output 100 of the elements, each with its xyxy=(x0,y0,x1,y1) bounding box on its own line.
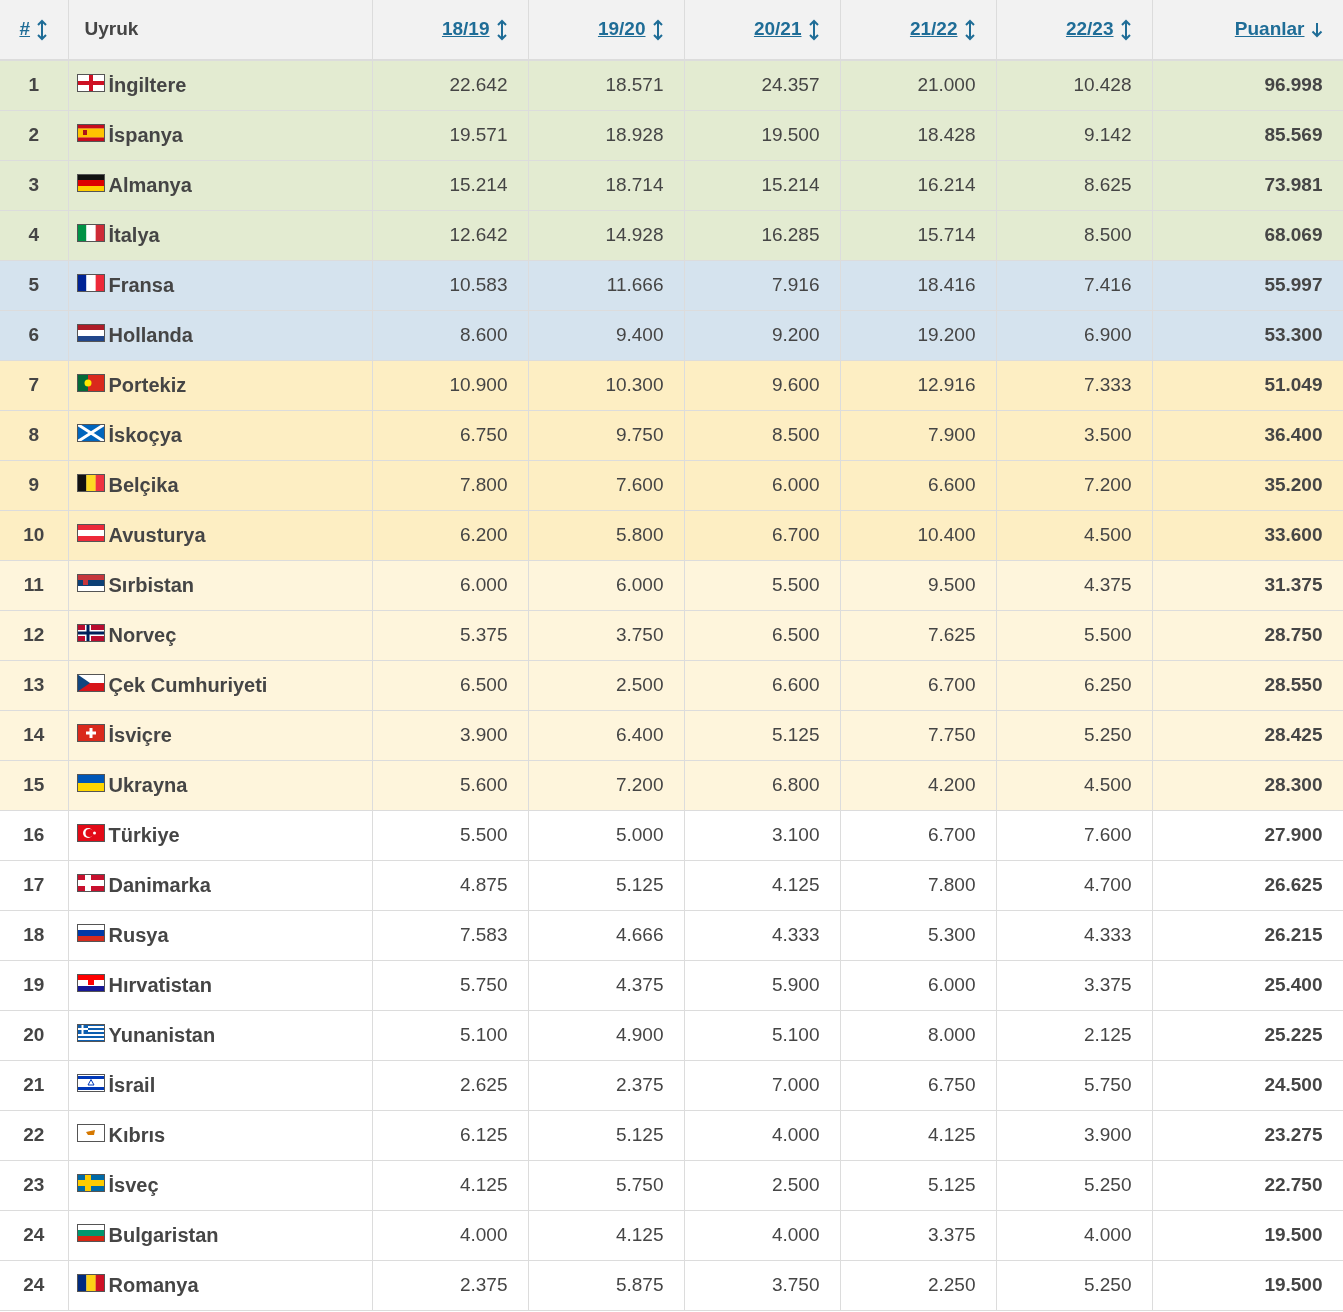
flag-icon xyxy=(76,1123,105,1142)
table-cell: 24 xyxy=(0,1260,68,1310)
table-cell: 15.714 xyxy=(840,210,996,260)
table-cell: 5.000 xyxy=(528,810,684,860)
table-cell: 7.600 xyxy=(996,810,1152,860)
table-cell: 27.900 xyxy=(1152,810,1343,860)
table-cell: 31.375 xyxy=(1152,560,1343,610)
table-cell: 3.100 xyxy=(684,810,840,860)
table-cell: 4.200 xyxy=(840,760,996,810)
table-cell: 21.000 xyxy=(840,60,996,110)
table-cell: 55.997 xyxy=(1152,260,1343,310)
table-cell: 14.928 xyxy=(528,210,684,260)
table-cell: 6.200 xyxy=(372,510,528,560)
table-cell: 26.625 xyxy=(1152,860,1343,910)
table-cell: 5.100 xyxy=(684,1010,840,1060)
country-name: İspanya xyxy=(108,123,183,146)
country-name: Avusturya xyxy=(108,523,206,546)
sort-link[interactable]: # xyxy=(19,18,31,40)
table-cell: 11.666 xyxy=(528,260,684,310)
table-cell: 11 xyxy=(0,560,68,610)
table-cell: 19.500 xyxy=(1152,1260,1343,1310)
flag-icon xyxy=(76,773,105,792)
flag-icon xyxy=(76,823,105,842)
sort-icon[interactable] xyxy=(1119,19,1132,42)
table-cell: 23 xyxy=(0,1160,68,1210)
table-cell: 14 xyxy=(0,710,68,760)
country-name: Hırvatistan xyxy=(108,973,212,996)
country-name: Danimarka xyxy=(108,873,211,896)
sort-icon[interactable] xyxy=(495,19,508,42)
table-cell: 4.125 xyxy=(372,1160,528,1210)
country-name: Belçika xyxy=(108,473,179,496)
sort-link[interactable]: 22/23 xyxy=(1065,18,1114,40)
table-cell: 6.000 xyxy=(372,560,528,610)
table-cell: 35.200 xyxy=(1152,460,1343,510)
table-cell: 2.375 xyxy=(528,1060,684,1110)
table-cell: 3.375 xyxy=(996,960,1152,1010)
table-cell: 9.400 xyxy=(528,310,684,360)
flag-icon xyxy=(76,123,105,142)
table-cell: 2.500 xyxy=(684,1160,840,1210)
flag-icon xyxy=(76,523,105,542)
table-cell: 5.900 xyxy=(684,960,840,1010)
table-cell: 1 xyxy=(0,60,68,110)
table-cell: 2 xyxy=(0,110,68,160)
country-name: Çek Cumhuriyeti xyxy=(108,673,268,696)
table-cell: 4.375 xyxy=(528,960,684,1010)
table-cell: 20 xyxy=(0,1010,68,1060)
table-cell: 4.000 xyxy=(684,1210,840,1260)
table-cell: 18.928 xyxy=(528,110,684,160)
table-cell: 5.250 xyxy=(996,1160,1152,1210)
sort-link[interactable]: 21/22 xyxy=(909,18,958,40)
sort-link[interactable]: Puanlar xyxy=(1234,18,1305,40)
table-cell: 6.600 xyxy=(684,660,840,710)
table-cell: 5.600 xyxy=(372,760,528,810)
table-cell: 18.714 xyxy=(528,160,684,210)
table-cell: 22.750 xyxy=(1152,1160,1343,1210)
country-name: İsrail xyxy=(108,1073,156,1096)
table-cell: 6.500 xyxy=(372,660,528,710)
flag-icon xyxy=(76,1023,105,1042)
table-cell: 4.333 xyxy=(996,910,1152,960)
table-cell: 7.900 xyxy=(840,410,996,460)
sort-link[interactable]: 18/19 xyxy=(441,18,490,40)
table-cell: 8.600 xyxy=(372,310,528,360)
sort-icon[interactable] xyxy=(807,19,820,42)
sort-icon[interactable] xyxy=(36,19,49,42)
table-cell: 8.000 xyxy=(840,1010,996,1060)
table-cell: 12.642 xyxy=(372,210,528,260)
flag-icon xyxy=(76,623,105,642)
table-cell: 19.500 xyxy=(684,110,840,160)
sort-icon[interactable] xyxy=(963,19,976,42)
country-name: Ukrayna xyxy=(108,773,188,796)
table-cell: 25.225 xyxy=(1152,1010,1343,1060)
table-cell: 18 xyxy=(0,910,68,960)
table-cell: 73.981 xyxy=(1152,160,1343,210)
table-cell: 4.125 xyxy=(840,1110,996,1160)
table-cell: 19.500 xyxy=(1152,1210,1343,1260)
table-cell: 8.500 xyxy=(996,210,1152,260)
table-cell: 24.357 xyxy=(684,60,840,110)
table-cell: 6.250 xyxy=(996,660,1152,710)
table-cell: 2.375 xyxy=(372,1260,528,1310)
sort-icon[interactable] xyxy=(1310,22,1323,39)
sort-icon[interactable] xyxy=(651,19,664,42)
table-cell: 3.375 xyxy=(840,1210,996,1260)
table-cell: 26.215 xyxy=(1152,910,1343,960)
country-name: Fransa xyxy=(108,273,175,296)
country-name: Romanya xyxy=(108,1273,199,1296)
table-cell: 23.275 xyxy=(1152,1110,1343,1160)
table-cell: 7.800 xyxy=(840,860,996,910)
table-cell: 9.750 xyxy=(528,410,684,460)
table-cell: 5.500 xyxy=(996,610,1152,660)
sort-link[interactable]: 19/20 xyxy=(597,18,646,40)
sort-link[interactable]: 20/21 xyxy=(753,18,802,40)
table-cell: 4.700 xyxy=(996,860,1152,910)
flag-icon xyxy=(76,373,105,392)
table-cell: 6.600 xyxy=(840,460,996,510)
table-cell: 15.214 xyxy=(372,160,528,210)
table-cell: 5 xyxy=(0,260,68,310)
flag-icon xyxy=(76,1273,105,1292)
table-cell: 24 xyxy=(0,1210,68,1260)
flag-icon xyxy=(76,323,105,342)
table-cell: 5.750 xyxy=(996,1060,1152,1110)
